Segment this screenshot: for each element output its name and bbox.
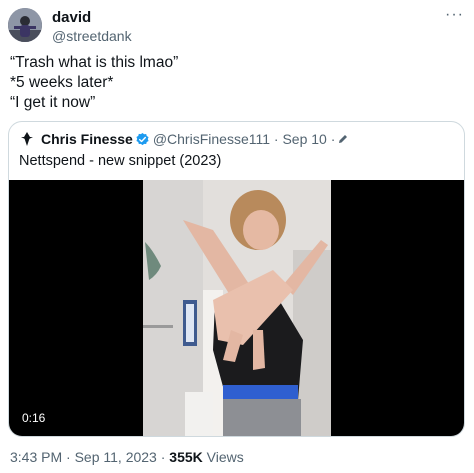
tweet-line: “Trash what is this lmao”	[10, 54, 179, 71]
edit-icon	[337, 132, 349, 144]
video-player[interactable]: 0:16	[9, 180, 464, 436]
quoted-author-handle[interactable]: @ChrisFinesse111	[153, 131, 270, 147]
author-handle[interactable]: @streetdank	[52, 28, 132, 44]
video-duration: 0:16	[17, 409, 51, 427]
video-thumbnail	[143, 180, 331, 436]
tweet-line: *5 weeks later*	[10, 74, 114, 91]
author-avatar[interactable]	[8, 8, 42, 42]
quoted-text: Nettspend - new snippet (2023)	[19, 153, 222, 169]
quoted-author-name[interactable]: Chris Finesse	[41, 131, 133, 147]
quoted-avatar[interactable]	[19, 131, 35, 147]
quoted-tweet[interactable]: Chris Finesse @ChrisFinesse111 · Sep 10 ·…	[8, 121, 465, 437]
tweet-timestamp[interactable]: 3:43 PM · Sep 11, 2023 ·	[10, 449, 165, 465]
views-label: Views	[206, 449, 244, 465]
views-count: 355K	[169, 449, 203, 465]
tweet-header: david @streetdank ···	[8, 6, 466, 48]
quoted-date[interactable]: · Sep 10 ·	[274, 131, 335, 147]
tweet-line: “I get it now”	[10, 94, 96, 111]
more-icon[interactable]: ···	[445, 6, 464, 24]
tweet-text: “Trash what is this lmao” *5 weeks later…	[10, 53, 460, 113]
author-name[interactable]: david	[52, 9, 91, 26]
quoted-header: Chris Finesse @ChrisFinesse111 · Sep 10 ·	[19, 131, 349, 149]
verified-icon	[135, 132, 150, 147]
tweet-footer: 3:43 PM · Sep 11, 2023 · 355K Views	[10, 449, 244, 465]
